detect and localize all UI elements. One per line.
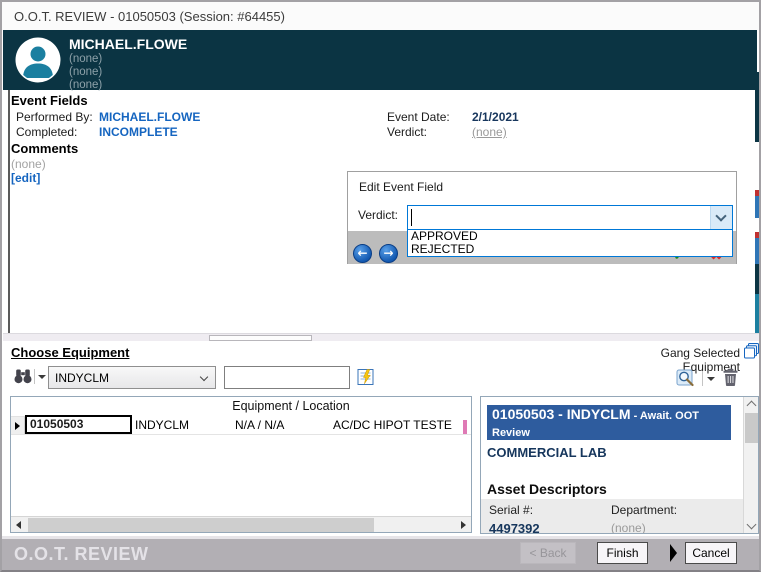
verdict-dropdown-list: APPROVED REJECTED	[407, 229, 733, 257]
current-row-arrow-icon	[15, 422, 20, 430]
scrollbar-thumb[interactable]	[745, 413, 758, 443]
equipment-filter-dropdown[interactable]: INDYCLM	[48, 366, 216, 389]
content-left-border	[8, 90, 10, 333]
verdict-dropdown-button[interactable]	[710, 206, 732, 229]
next-field-button[interactable]: →	[379, 244, 398, 263]
grid-row-divider	[11, 434, 471, 435]
chevron-up-icon[interactable]	[747, 401, 757, 411]
scroll-right-button[interactable]	[455, 517, 471, 532]
equipment-grid: Equipment / Location 01050503 INDYCLM N/…	[10, 396, 472, 533]
edit-form-icon[interactable]	[357, 368, 375, 386]
detail-separator: -	[554, 406, 566, 422]
wizard-footer: O.O.T. REVIEW < Back Finish Cancel	[2, 539, 759, 570]
grid-cell-equipment-name[interactable]: INDYCLM	[135, 418, 189, 432]
text-cursor	[411, 209, 412, 226]
background-window-fragment	[755, 238, 761, 264]
arrow-left-icon	[16, 521, 21, 529]
equipment-detail-panel: 01050503 - INDYCLM - Await. OOT Review C…	[480, 396, 759, 534]
performed-by-label: Performed By:	[16, 110, 93, 124]
cancel-button[interactable]: Cancel	[685, 542, 737, 564]
performed-by-value: MICHAEL.FLOWE	[99, 110, 200, 124]
asset-descriptors-heading: Asset Descriptors	[487, 481, 607, 497]
toolbar-separator	[702, 371, 703, 386]
scrollbar-thumb[interactable]	[28, 518, 374, 532]
event-date-label: Event Date:	[387, 110, 450, 124]
department-label: Department:	[611, 503, 677, 517]
user-banner: MICHAEL.FLOWE (none) (none) (none)	[3, 30, 757, 90]
window-titlebar: O.O.T. REVIEW - 01050503 (Session: #6445…	[2, 2, 759, 30]
window-title: O.O.T. REVIEW - 01050503 (Session: #6445…	[14, 9, 285, 24]
grid-header-equipment-location: Equipment / Location	[11, 399, 471, 413]
detail-lab-name: COMMERCIAL LAB	[487, 445, 607, 460]
background-window-fragment	[755, 196, 761, 218]
chevron-down-icon	[200, 373, 208, 381]
grid-edge-fragment	[463, 420, 467, 434]
find-binoculars-icon[interactable]	[14, 368, 32, 384]
completed-value: INCOMPLETE	[99, 125, 178, 139]
event-date-value: 2/1/2021	[472, 110, 519, 124]
comments-heading: Comments	[11, 141, 78, 156]
grid-horizontal-scrollbar[interactable]	[11, 516, 471, 532]
detail-vertical-scrollbar[interactable]	[743, 397, 758, 533]
grid-cell-equipment-id[interactable]: 01050503	[25, 415, 132, 434]
grid-cell-description[interactable]: AC/DC HIPOT TESTE	[333, 418, 452, 432]
arrow-right-icon	[461, 521, 466, 529]
banner-user-name: MICHAEL.FLOWE	[69, 36, 187, 52]
asset-descriptors-band: Serial #: Department: 4497392 (none)	[481, 499, 743, 534]
scrollbar-thumb[interactable]	[209, 335, 312, 341]
preview-magnifier-icon[interactable]	[676, 369, 695, 388]
toolbar-separator	[34, 369, 35, 384]
arrow-right-icon: →	[383, 246, 393, 260]
dialog-verdict-label: Verdict:	[358, 208, 398, 222]
user-avatar-icon	[15, 37, 61, 83]
footer-title: O.O.T. REVIEW	[14, 544, 149, 565]
gang-pages-icon[interactable]	[744, 343, 760, 359]
detail-separator: -	[631, 410, 640, 422]
oot-review-window: O.O.T. REVIEW - 01050503 (Session: #6445…	[0, 0, 761, 572]
verdict-combobox[interactable]	[407, 205, 733, 230]
background-window-fragment	[755, 72, 761, 142]
chevron-down-icon	[715, 210, 726, 221]
event-fields-heading: Event Fields	[11, 93, 88, 108]
banner-detail-line: (none)	[69, 79, 102, 91]
delete-trash-icon[interactable]	[722, 368, 739, 386]
comments-edit-link[interactable]: [edit]	[11, 171, 40, 185]
dialog-title: Edit Event Field	[359, 180, 443, 194]
find-dropdown-caret-icon[interactable]	[38, 375, 46, 379]
background-window-fragment	[755, 264, 761, 294]
grid-cell-location[interactable]: N/A / N/A	[235, 418, 284, 432]
preview-dropdown-caret-icon[interactable]	[707, 377, 715, 381]
equipment-filter-value: INDYCLM	[55, 371, 109, 385]
arrow-left-icon: ←	[357, 246, 367, 260]
gang-selected-equipment-label[interactable]: Gang Selected Equipment	[600, 346, 740, 374]
scroll-left-button[interactable]	[11, 517, 27, 532]
department-value: (none)	[611, 521, 646, 534]
banner-detail-line: (none)	[69, 53, 102, 65]
default-button-arrow-icon	[670, 544, 677, 562]
choose-equipment-heading[interactable]: Choose Equipment	[11, 345, 129, 360]
verdict-option-rejected[interactable]: REJECTED	[408, 243, 732, 256]
equipment-search-input[interactable]	[224, 366, 350, 389]
finish-button[interactable]: Finish	[597, 542, 648, 564]
section-scrollbar[interactable]	[3, 333, 759, 341]
verdict-label: Verdict:	[387, 125, 427, 139]
detail-equipment-name: INDYCLM	[567, 406, 631, 422]
completed-label: Completed:	[16, 125, 77, 139]
back-button[interactable]: < Back	[520, 542, 576, 564]
detail-equipment-id: 01050503	[492, 406, 554, 422]
comments-value: (none)	[11, 157, 46, 171]
background-window-fragment	[755, 294, 761, 333]
edit-event-field-dialog: Edit Event Field Verdict: APPROVED REJEC…	[347, 171, 737, 264]
grid-row-selector[interactable]	[11, 416, 25, 434]
verdict-value-link[interactable]: (none)	[472, 125, 507, 139]
equipment-detail-header[interactable]: 01050503 - INDYCLM - Await. OOT Review	[487, 405, 731, 440]
chevron-down-icon[interactable]	[747, 520, 757, 530]
previous-field-button[interactable]: ←	[353, 244, 372, 263]
banner-detail-line: (none)	[69, 66, 102, 78]
serial-label: Serial #:	[489, 503, 533, 517]
serial-value: 4497392	[489, 521, 540, 534]
